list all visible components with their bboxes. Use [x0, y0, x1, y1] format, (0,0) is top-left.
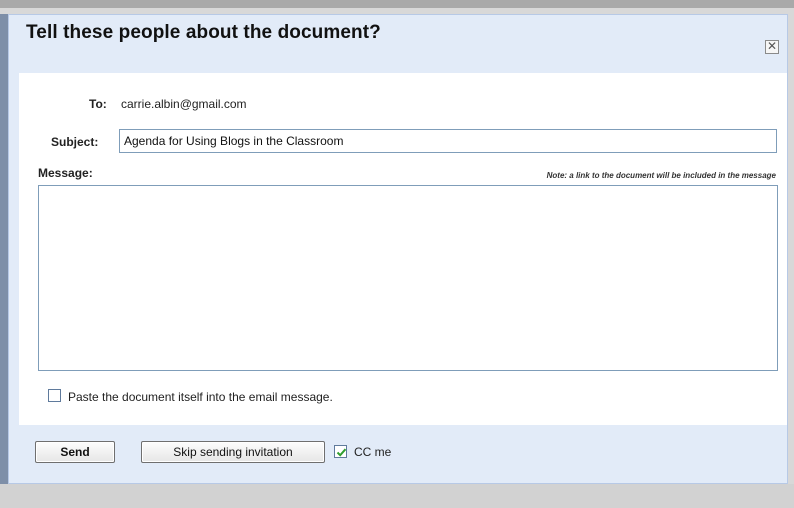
- checkmark-icon: [336, 448, 347, 457]
- to-recipient: carrie.albin@gmail.com: [121, 97, 247, 111]
- backdrop-top-band: [0, 0, 794, 8]
- paste-document-checkbox[interactable]: [48, 389, 61, 402]
- cc-me-label: CC me: [354, 445, 392, 459]
- backdrop-bottom-band: [0, 484, 794, 508]
- dialog-title: Tell these people about the document?: [26, 22, 381, 43]
- to-label: To:: [89, 97, 107, 111]
- cc-me-checkbox[interactable]: [334, 445, 347, 458]
- skip-invitation-button[interactable]: Skip sending invitation: [141, 441, 325, 463]
- paste-document-label: Paste the document itself into the email…: [68, 390, 333, 404]
- send-button[interactable]: Send: [35, 441, 115, 463]
- subject-input[interactable]: [119, 129, 777, 153]
- close-icon: ✕: [766, 39, 778, 53]
- message-note: Note: a link to the document will be inc…: [546, 171, 776, 180]
- close-button[interactable]: ✕: [765, 40, 779, 54]
- message-label: Message:: [38, 166, 93, 180]
- message-textarea[interactable]: [38, 185, 778, 371]
- dialog-left-edge: [0, 14, 8, 484]
- subject-label: Subject:: [51, 135, 99, 149]
